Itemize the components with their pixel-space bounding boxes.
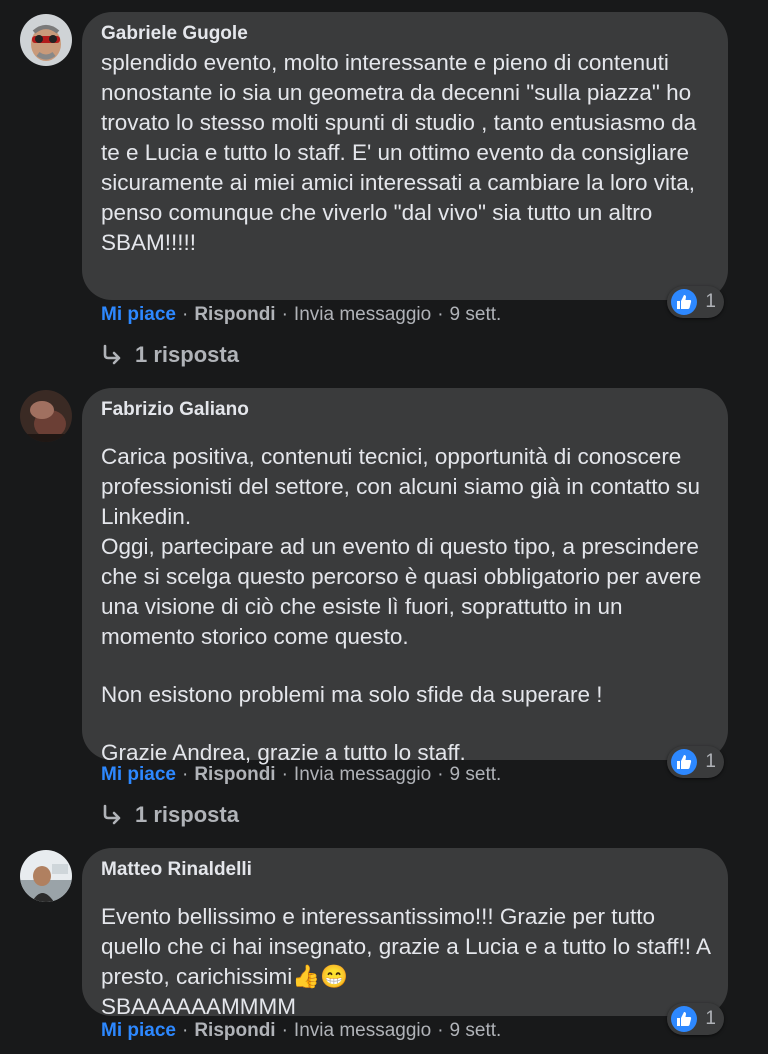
- separator: ·: [181, 764, 189, 785]
- comment-actions: Mi piace · Rispondi · Invia messaggio · …: [101, 1020, 501, 1042]
- separator: ·: [181, 1020, 189, 1041]
- comment-bubble: Fabrizio Galiano Carica positiva, conten…: [82, 388, 728, 765]
- send-message-link[interactable]: Invia messaggio: [294, 304, 431, 326]
- reply-link[interactable]: Rispondi: [194, 764, 275, 786]
- reply-arrow-icon: [101, 344, 123, 366]
- timestamp[interactable]: 9 sett.: [450, 304, 502, 326]
- comment-paragraph: Evento bellissimo e interessantissimo!!!…: [101, 904, 710, 1019]
- like-link[interactable]: Mi piace: [101, 1020, 176, 1042]
- separator: ·: [437, 1020, 444, 1041]
- replies-count-label: 1 risposta: [135, 342, 239, 367]
- send-message-link[interactable]: Invia messaggio: [294, 1020, 431, 1042]
- comment-text: splendido evento, molto interessante e p…: [101, 48, 710, 258]
- reply-link[interactable]: Rispondi: [194, 1020, 275, 1042]
- reaction-count: 1: [705, 1008, 716, 1029]
- replies-count-label: 1 risposta: [135, 802, 239, 827]
- reaction-count: 1: [705, 751, 716, 772]
- separator: ·: [281, 1020, 288, 1041]
- comment-text: Carica positiva, contenuti tecnici, oppo…: [101, 424, 710, 786]
- separator: ·: [437, 764, 444, 785]
- like-link[interactable]: Mi piace: [101, 764, 176, 786]
- avatar[interactable]: [20, 14, 72, 66]
- reaction-summary[interactable]: 1: [667, 286, 724, 318]
- comment-author[interactable]: Gabriele Gugole: [101, 22, 710, 46]
- avatar[interactable]: [20, 390, 72, 442]
- reply-arrow-icon: [101, 804, 123, 826]
- like-link[interactable]: Mi piace: [101, 304, 176, 326]
- comment-actions: Mi piace · Rispondi · Invia messaggio · …: [101, 304, 501, 326]
- view-replies-link[interactable]: 1 risposta: [101, 342, 239, 368]
- comment-author[interactable]: Matteo Rinaldelli: [101, 858, 710, 882]
- thumbs-up-icon: [671, 289, 698, 315]
- comment-text: Evento bellissimo e interessantissimo!!!…: [101, 884, 710, 1040]
- comment-paragraph: Non esistono problemi ma solo sfide da s…: [101, 682, 603, 707]
- thumbs-up-icon: [671, 1006, 698, 1032]
- view-replies-link[interactable]: 1 risposta: [101, 802, 239, 828]
- reply-link[interactable]: Rispondi: [194, 304, 275, 326]
- reaction-summary[interactable]: 1: [667, 1003, 724, 1035]
- reaction-count: 1: [705, 291, 716, 312]
- comment-author[interactable]: Fabrizio Galiano: [101, 398, 710, 422]
- avatar[interactable]: [20, 850, 72, 902]
- comment-actions: Mi piace · Rispondi · Invia messaggio · …: [101, 764, 501, 786]
- comment-bubble: Gabriele Gugole splendido evento, molto …: [82, 12, 728, 300]
- separator: ·: [181, 304, 189, 325]
- comment-bubble: Matteo Rinaldelli Evento bellissimo e in…: [82, 848, 728, 1019]
- timestamp[interactable]: 9 sett.: [450, 1020, 502, 1042]
- thumbs-up-icon: [671, 749, 698, 775]
- separator: ·: [437, 304, 444, 325]
- reaction-summary[interactable]: 1: [667, 746, 724, 778]
- separator: ·: [281, 764, 288, 785]
- separator: ·: [281, 304, 288, 325]
- comment-paragraph: splendido evento, molto interessante e p…: [101, 50, 697, 255]
- timestamp[interactable]: 9 sett.: [450, 764, 502, 786]
- send-message-link[interactable]: Invia messaggio: [294, 764, 431, 786]
- comment-paragraph: Carica positiva, contenuti tecnici, oppo…: [101, 444, 702, 649]
